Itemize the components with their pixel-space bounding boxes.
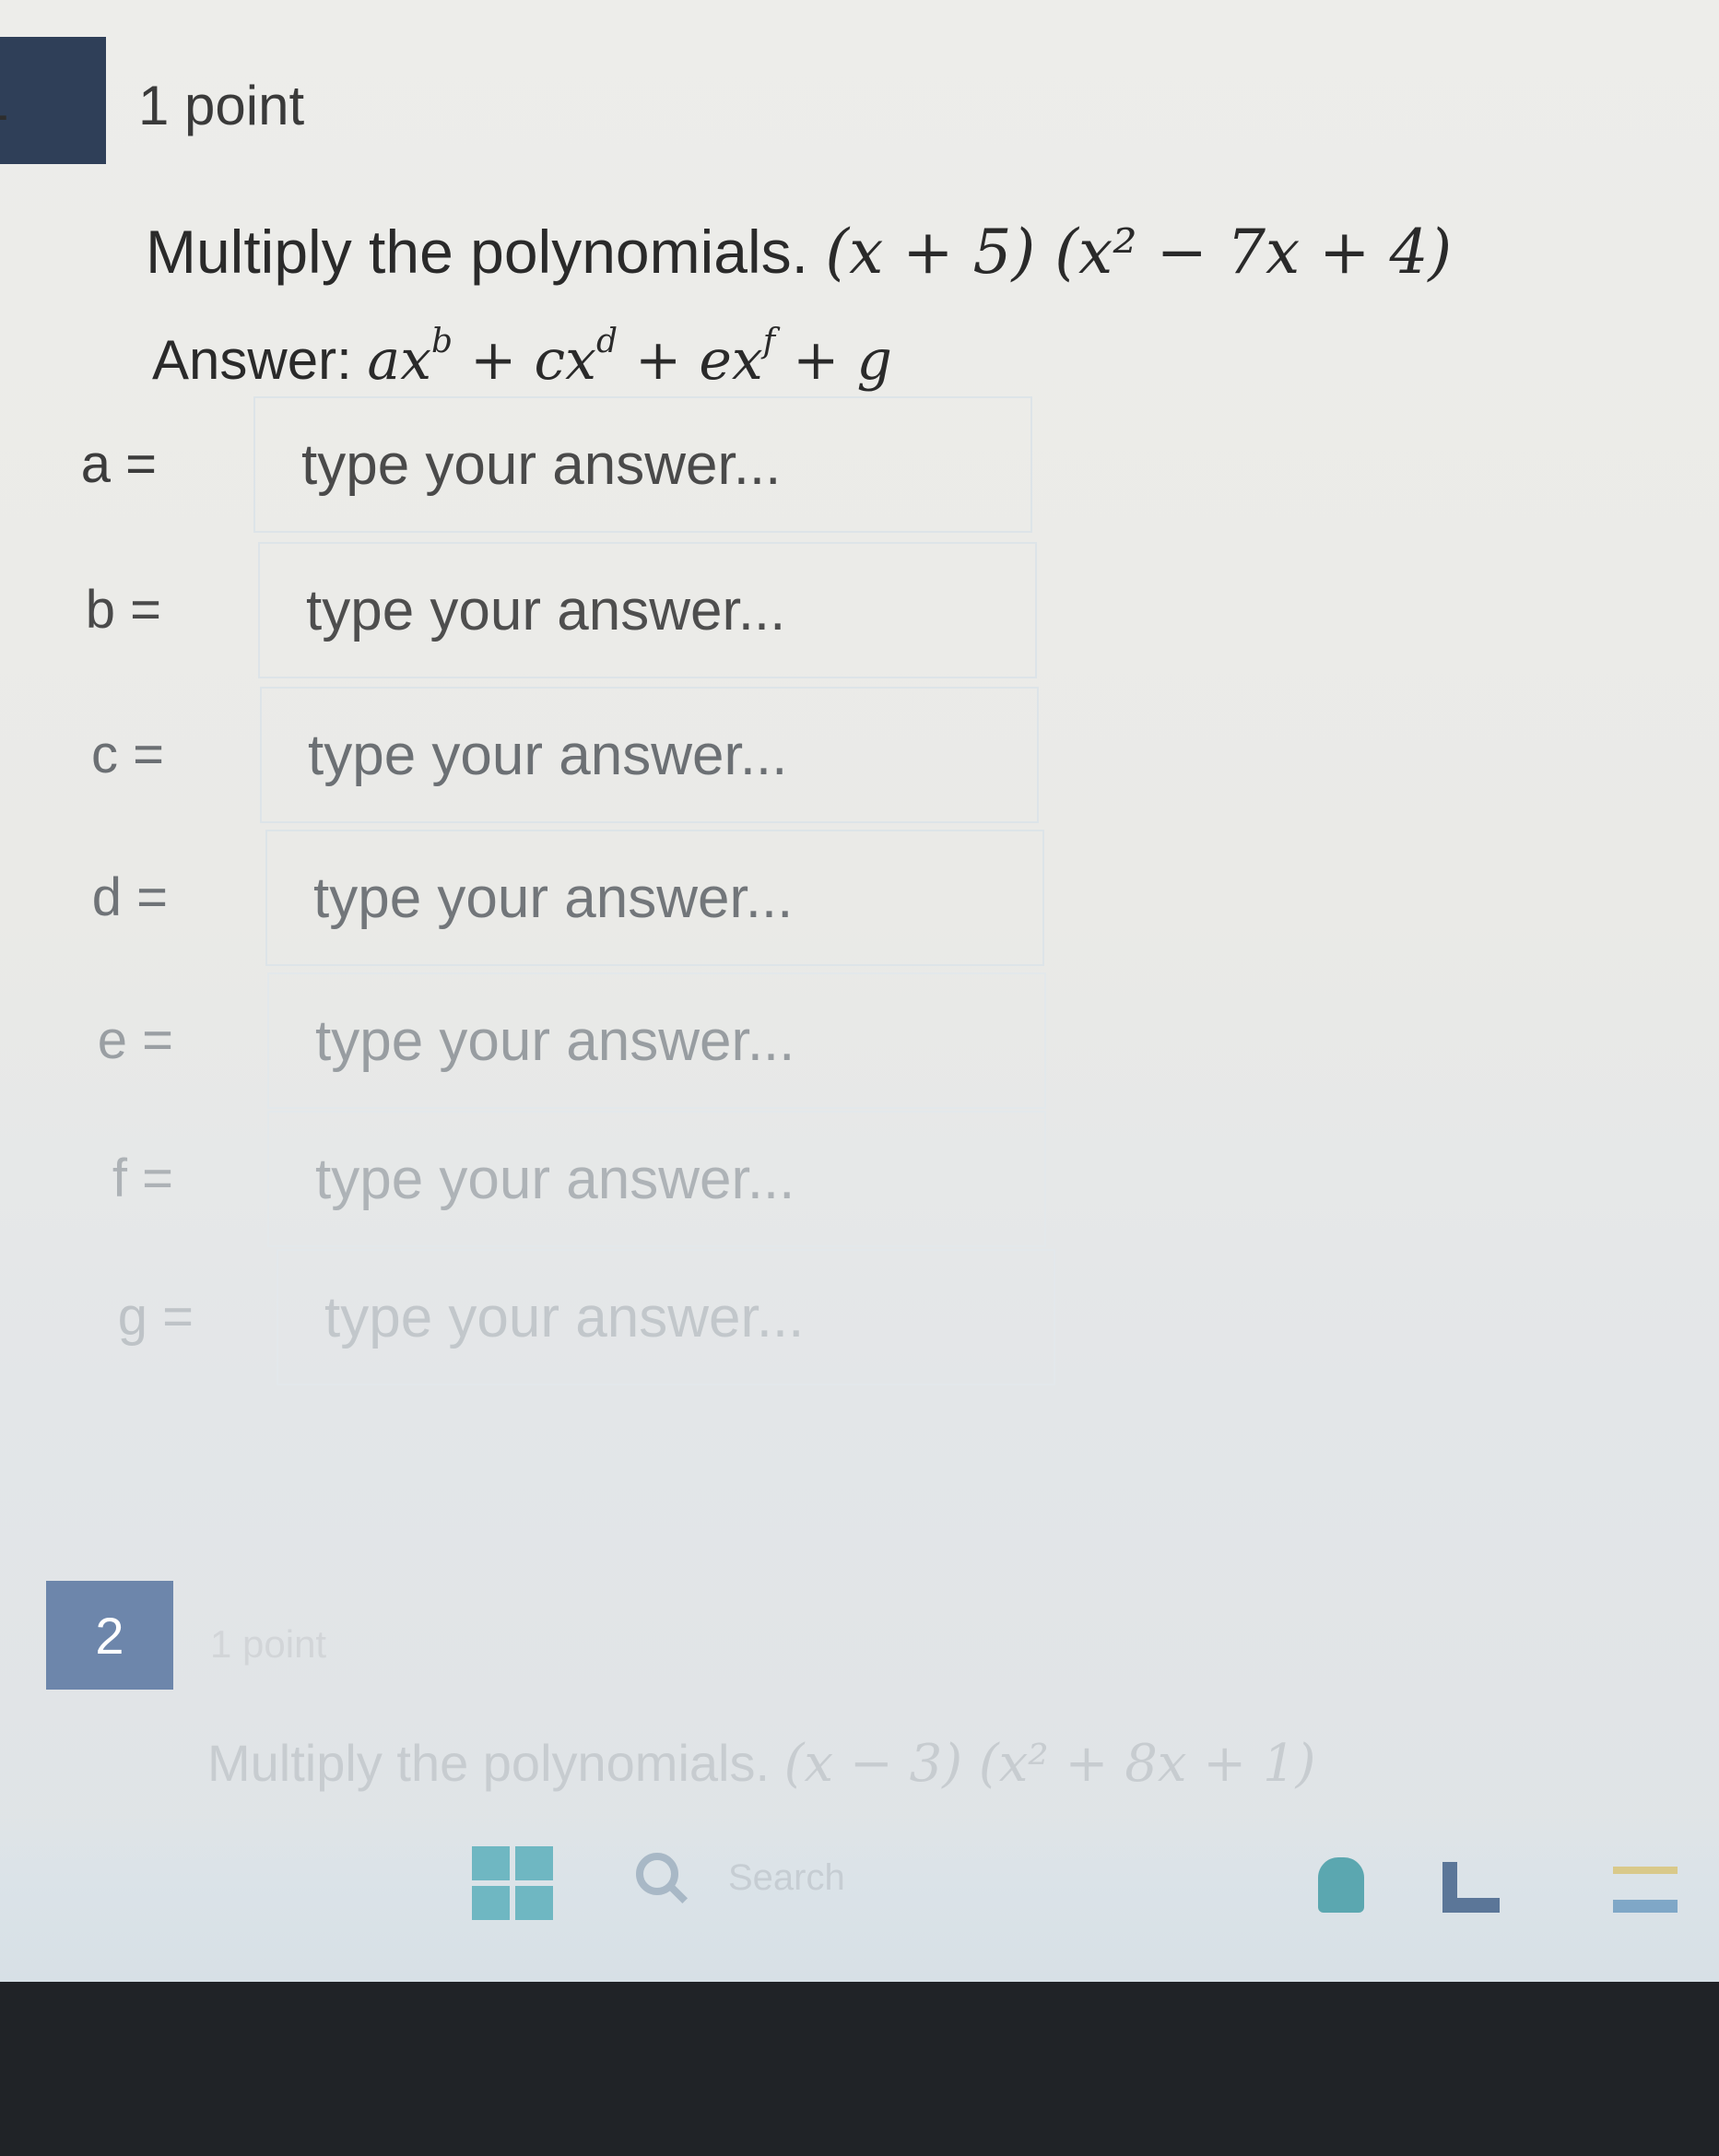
prompt-text: Multiply the polynomials. bbox=[146, 218, 808, 286]
answer-field-row: d = bbox=[0, 830, 1106, 968]
answer-field-row: g = bbox=[0, 1249, 1106, 1387]
answer-field-label: d = bbox=[91, 867, 168, 927]
question-prompt: Multiply the polynomials. (x − 3) (x² + … bbox=[207, 1733, 1315, 1794]
polynomial-expression: (x + 5) (x² − 7x + 4) bbox=[825, 217, 1453, 288]
answer-input[interactable] bbox=[258, 542, 1037, 678]
app-icon[interactable] bbox=[1613, 1867, 1678, 1913]
app-icon[interactable] bbox=[1442, 1862, 1500, 1913]
question-number: 2 bbox=[95, 1606, 124, 1665]
question-points: 1 point bbox=[210, 1622, 327, 1666]
answer-field-row: e = bbox=[0, 972, 1106, 1111]
answer-field-label: f = bbox=[112, 1149, 173, 1208]
answer-field-row: f = bbox=[0, 1111, 1106, 1249]
quiz-screen: 1 1 point Multiply the polynomials. (x +… bbox=[0, 0, 1719, 1982]
prompt-text: Multiply the polynomials. bbox=[207, 1734, 771, 1792]
question-prompt: Multiply the polynomials. (x + 5) (x² − … bbox=[146, 217, 1452, 288]
question-number-badge: 1 bbox=[0, 37, 106, 164]
windows-start-icon[interactable] bbox=[472, 1846, 553, 1920]
taskbar: Search bbox=[0, 1811, 1719, 1982]
taskbar-search-label[interactable]: Search bbox=[728, 1857, 845, 1899]
answer-input[interactable] bbox=[253, 396, 1032, 533]
question-points: 1 point bbox=[138, 75, 305, 136]
answer-input[interactable] bbox=[267, 1111, 1046, 1247]
answer-form: Answer: axb + cxd + exf + g bbox=[152, 323, 892, 393]
answer-field-row: b = bbox=[0, 542, 1106, 680]
answer-form-expression: axb + cxd + exf + g bbox=[367, 323, 892, 393]
answer-field-label: c = bbox=[91, 725, 164, 784]
polynomial-expression: (x − 3) (x² + 8x + 1) bbox=[783, 1734, 1316, 1794]
app-icon[interactable] bbox=[1318, 1857, 1364, 1913]
answer-field-label: e = bbox=[97, 1010, 173, 1070]
answer-field-row: c = bbox=[0, 687, 1106, 825]
answer-label: Answer: bbox=[152, 328, 352, 391]
search-icon[interactable] bbox=[636, 1853, 678, 1895]
question-number-badge: 2 bbox=[46, 1581, 173, 1690]
answer-field-label: b = bbox=[85, 580, 161, 640]
answer-input[interactable] bbox=[277, 1249, 1055, 1385]
question-number: 1 bbox=[0, 68, 9, 134]
answer-input[interactable] bbox=[265, 830, 1044, 966]
answer-field-label: g = bbox=[117, 1287, 194, 1347]
answer-input[interactable] bbox=[267, 972, 1046, 1109]
answer-input[interactable] bbox=[260, 687, 1039, 823]
answer-field-row: a = bbox=[0, 396, 1106, 535]
monitor-bezel bbox=[0, 1982, 1719, 2156]
answer-field-label: a = bbox=[80, 434, 157, 494]
